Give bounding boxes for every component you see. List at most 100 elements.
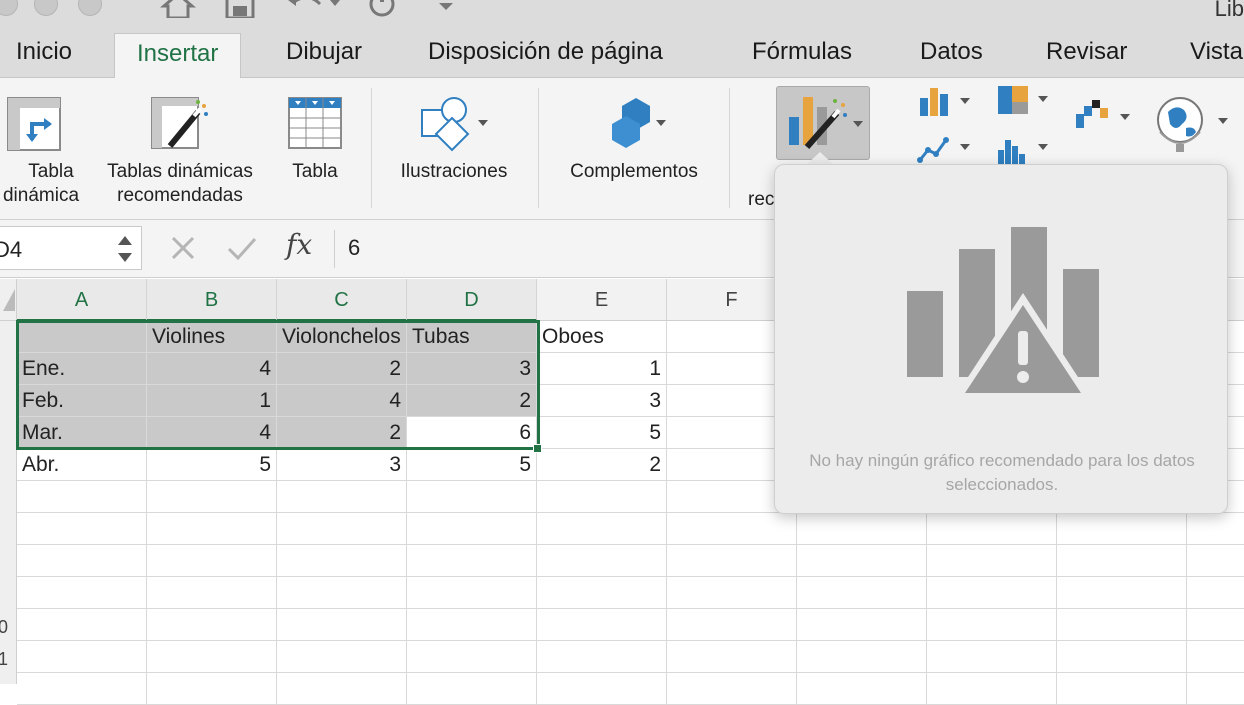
cell-c3[interactable]: 4 [277,385,407,417]
cell-a1[interactable] [17,321,147,353]
row-number-11[interactable]: 1 [0,649,8,670]
illustrations-button[interactable]: Ilustraciones [388,96,520,184]
cell-b2[interactable]: 4 [147,353,277,385]
cell-g11[interactable] [797,641,927,673]
home-icon[interactable] [160,0,196,18]
cell-i11[interactable] [1057,641,1187,673]
cell-e2[interactable]: 1 [537,353,667,385]
cell-d6[interactable] [407,481,537,513]
cell-d12[interactable] [407,673,537,705]
recommended-charts-button[interactable] [776,86,870,160]
select-all-corner[interactable] [0,279,17,321]
tab-vista[interactable]: Vista [1190,38,1243,66]
cell-h10[interactable] [927,609,1057,641]
cell-j10[interactable] [1187,609,1244,641]
cell-a8[interactable] [17,545,147,577]
pivot-table-button[interactable]: Tabla dinámica [0,96,86,208]
tab-revisar[interactable]: Revisar [1046,38,1127,66]
cell-i8[interactable] [1057,545,1187,577]
cell-e12[interactable] [537,673,667,705]
cell-a4[interactable]: Mar. [17,417,147,449]
cell-a12[interactable] [17,673,147,705]
addins-button[interactable]: Complementos [556,96,712,184]
column-header-c[interactable]: C [277,279,407,321]
cell-f7[interactable] [667,513,797,545]
cell-h7[interactable] [927,513,1057,545]
cell-d2[interactable]: 3 [407,353,537,385]
tab-disposicion-de-pagina[interactable]: Disposición de página [428,38,663,66]
cell-c5[interactable]: 3 [277,449,407,481]
cell-e7[interactable] [537,513,667,545]
cell-b9[interactable] [147,577,277,609]
tab-datos[interactable]: Datos [920,38,983,66]
line-chart-icon[interactable] [916,134,972,164]
cell-b5[interactable]: 5 [147,449,277,481]
cell-b3[interactable]: 1 [147,385,277,417]
table-button[interactable]: Tabla [280,96,350,184]
close-window-button[interactable] [0,0,18,16]
cell-a3[interactable]: Feb. [17,385,147,417]
cell-c12[interactable] [277,673,407,705]
cell-d9[interactable] [407,577,537,609]
cell-e4[interactable]: 5 [537,417,667,449]
cell-g10[interactable] [797,609,927,641]
cell-g7[interactable] [797,513,927,545]
cell-e11[interactable] [537,641,667,673]
cell-g12[interactable] [797,673,927,705]
cell-c10[interactable] [277,609,407,641]
waterfall-chart-icon[interactable] [1074,98,1134,132]
cell-b6[interactable] [147,481,277,513]
cell-d3[interactable]: 2 [407,385,537,417]
cell-d11[interactable] [407,641,537,673]
cell-i9[interactable] [1057,577,1187,609]
cell-c11[interactable] [277,641,407,673]
cell-b1[interactable]: Violines [147,321,277,353]
formula-value[interactable]: 6 [348,235,360,261]
cell-a5[interactable]: Abr. [17,449,147,481]
cell-h12[interactable] [927,673,1057,705]
cell-i12[interactable] [1057,673,1187,705]
cell-g9[interactable] [797,577,927,609]
cell-b7[interactable] [147,513,277,545]
tab-formulas[interactable]: Fórmulas [752,38,852,66]
cell-a7[interactable] [17,513,147,545]
save-icon[interactable] [224,0,256,18]
cell-j11[interactable] [1187,641,1244,673]
column-header-e[interactable]: E [537,279,667,321]
cell-d7[interactable] [407,513,537,545]
cell-e8[interactable] [537,545,667,577]
cell-j9[interactable] [1187,577,1244,609]
cell-f11[interactable] [667,641,797,673]
cell-e10[interactable] [537,609,667,641]
minimize-window-button[interactable] [34,0,58,16]
column-header-a[interactable]: A [17,279,147,321]
cell-d1[interactable]: Tubas [407,321,537,353]
cell-c9[interactable] [277,577,407,609]
zoom-window-button[interactable] [78,0,102,16]
cell-e6[interactable] [537,481,667,513]
tab-dibujar[interactable]: Dibujar [286,38,362,66]
cell-j12[interactable] [1187,673,1244,705]
column-header-d[interactable]: D [407,279,537,321]
statistic-chart-icon[interactable] [996,134,1052,164]
cell-b4[interactable]: 4 [147,417,277,449]
cell-a2[interactable]: Ene. [17,353,147,385]
fill-handle[interactable] [533,444,542,453]
cell-b8[interactable] [147,545,277,577]
row-number-10[interactable]: 0 [0,617,8,638]
cell-c1[interactable]: Violonchelos [277,321,407,353]
cell-a11[interactable] [17,641,147,673]
cell-b11[interactable] [147,641,277,673]
cell-f12[interactable] [667,673,797,705]
cell-h8[interactable] [927,545,1057,577]
cell-e3[interactable]: 3 [537,385,667,417]
column-chart-icon[interactable] [916,86,972,120]
hierarchy-chart-icon[interactable] [996,84,1052,118]
cell-a6[interactable] [17,481,147,513]
cell-d8[interactable] [407,545,537,577]
cell-c2[interactable]: 2 [277,353,407,385]
cell-a9[interactable] [17,577,147,609]
cell-g8[interactable] [797,545,927,577]
cancel-edit-icon[interactable] [170,235,196,261]
cell-b10[interactable] [147,609,277,641]
